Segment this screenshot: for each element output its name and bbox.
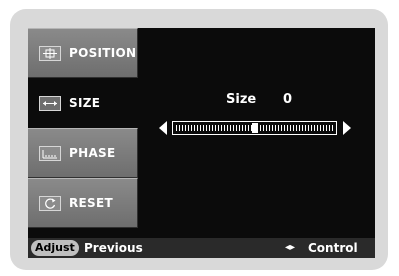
menu-item-label: RESET xyxy=(69,196,113,210)
menu-item-position[interactable]: POSITION xyxy=(28,28,138,78)
phase-icon xyxy=(39,146,61,161)
slider-left-arrow-icon[interactable] xyxy=(159,121,167,135)
reset-icon xyxy=(39,196,61,211)
menu-item-label: POSITION xyxy=(69,46,137,60)
menu-item-reset[interactable]: RESET xyxy=(28,178,138,228)
menu-item-phase[interactable]: PHASE xyxy=(28,128,138,178)
size-icon xyxy=(39,96,61,111)
osd-window: POSITION SIZE PHASE RESET Size 0 Adjust … xyxy=(28,28,375,258)
setting-title: Size xyxy=(226,92,257,107)
menu-item-label: SIZE xyxy=(69,96,101,110)
menu-item-label: PHASE xyxy=(69,146,116,160)
slider-track[interactable] xyxy=(172,121,337,135)
slider-right-arrow-icon[interactable] xyxy=(343,121,351,135)
osd-footer: Adjust Previous ◂▸ Control xyxy=(28,238,375,258)
osd-menu: POSITION SIZE PHASE RESET xyxy=(28,28,138,228)
previous-label: Previous xyxy=(84,241,143,255)
menu-item-size[interactable]: SIZE xyxy=(28,78,138,128)
slider-thumb[interactable] xyxy=(251,123,258,133)
adjust-button-badge: Adjust xyxy=(31,240,79,256)
control-label: Control xyxy=(308,241,358,255)
setting-value: 0 xyxy=(283,92,293,107)
left-right-arrows-icon: ◂▸ xyxy=(285,242,296,253)
position-icon xyxy=(39,46,61,61)
size-slider[interactable] xyxy=(159,120,351,136)
